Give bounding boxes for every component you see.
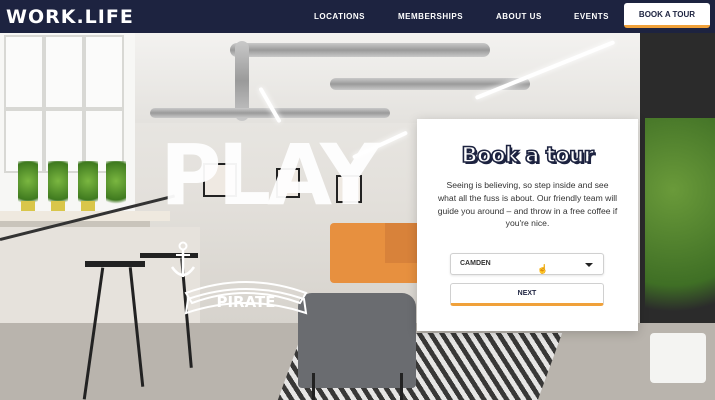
chair-leg (312, 373, 315, 400)
pirate-banner: PIRATE (184, 281, 308, 315)
chair-leg (400, 373, 403, 400)
grey-chair (298, 293, 416, 388)
location-select-value: CAMDEN (460, 260, 491, 267)
worklife-logo[interactable]: WORK.LIFE (6, 6, 134, 28)
plant-pot-white (650, 333, 706, 383)
play-wall-art: PLAY (160, 126, 381, 224)
pirate-text: PIRATE (216, 293, 275, 311)
air-duct (230, 43, 490, 57)
location-select[interactable]: CAMDEN ☝ (450, 253, 604, 275)
book-a-tour-button[interactable]: BOOK A TOUR (624, 3, 710, 28)
pointer-cursor-icon: ☝ (537, 264, 549, 274)
top-nav: WORK.LIFE LOCATIONS MEMBERSHIPS ABOUT US… (0, 0, 715, 33)
book-a-tour-card: Book a tour Seeing is believing, so step… (417, 119, 638, 331)
nav-item-locations[interactable]: LOCATIONS (314, 12, 374, 21)
chevron-down-icon[interactable] (585, 263, 593, 267)
nav-item-memberships[interactable]: MEMBERSHIPS (398, 12, 468, 21)
card-title: Book a tour (461, 142, 595, 168)
card-description: Seeing is believing, so step inside and … (437, 180, 618, 229)
plant (106, 161, 126, 211)
next-button[interactable]: NEXT (450, 283, 604, 306)
stool-seat (85, 261, 145, 267)
nav-item-events[interactable]: EVENTS (574, 12, 614, 21)
large-plant (645, 118, 715, 358)
nav-item-about-us[interactable]: ABOUT US (496, 12, 546, 21)
